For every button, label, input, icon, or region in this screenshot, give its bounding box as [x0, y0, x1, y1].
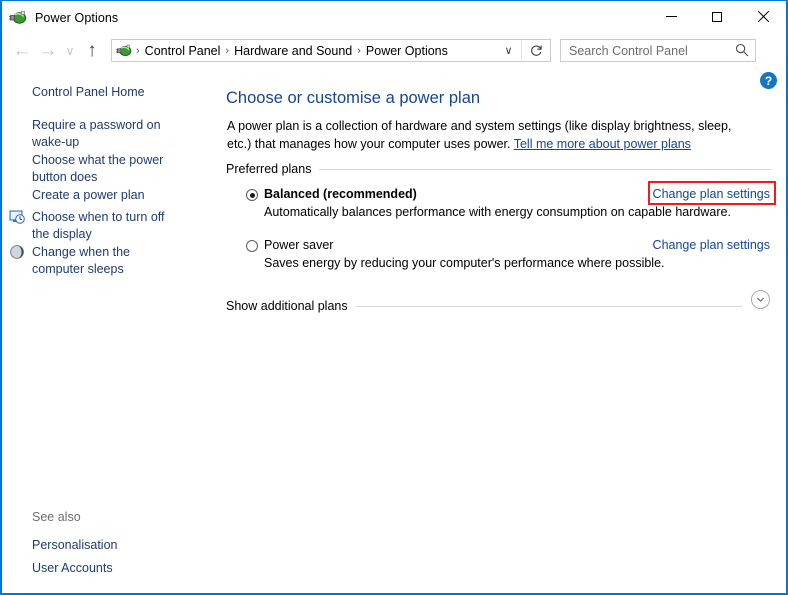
show-additional-plans-row[interactable]: Show additional plans — [226, 299, 772, 313]
sidebar: Control Panel Home Require a password on… — [2, 67, 215, 592]
display-clock-icon — [9, 209, 25, 225]
minimize-button[interactable] — [648, 1, 694, 33]
plan-description-balanced: Automatically balances performance with … — [264, 205, 731, 219]
section-divider — [356, 306, 742, 307]
address-dropdown-button[interactable]: ∨ — [496, 40, 521, 61]
sidebar-item-choose-what-power-button-does[interactable]: Choose what the power button does — [32, 152, 182, 186]
breadcrumb-separator: › — [355, 45, 363, 57]
help-button[interactable]: ? — [760, 72, 777, 89]
plan-name-balanced: Balanced (recommended) — [264, 187, 417, 201]
change-plan-settings-balanced[interactable]: Change plan settings — [653, 187, 770, 201]
sidebar-item-control-panel-home[interactable]: Control Panel Home — [32, 84, 182, 101]
up-button[interactable]: ↑ — [79, 38, 105, 64]
plan-name-power-saver: Power saver — [264, 238, 333, 252]
title-bar: Power Options — [2, 1, 786, 34]
search-input[interactable] — [567, 43, 731, 59]
plan-description-power-saver: Saves energy by reducing your computer's… — [264, 256, 665, 270]
maximize-icon — [712, 12, 722, 22]
address-power-icon — [116, 43, 132, 59]
back-button[interactable]: ← — [9, 38, 35, 64]
minimize-icon — [666, 16, 677, 17]
breadcrumb-separator: › — [134, 45, 142, 57]
window-controls — [648, 1, 786, 33]
show-additional-plans-label: Show additional plans — [226, 299, 356, 313]
preferred-plans-label: Preferred plans — [226, 162, 319, 176]
address-bar[interactable]: › Control Panel › Hardware and Sound › P… — [111, 39, 551, 62]
refresh-button[interactable] — [521, 40, 550, 61]
breadcrumb-hardware-and-sound[interactable]: Hardware and Sound — [231, 44, 355, 58]
forward-button[interactable]: → — [35, 38, 61, 64]
page-description: A power plan is a collection of hardware… — [227, 117, 757, 153]
refresh-icon — [530, 44, 543, 57]
see-also-label: See also — [32, 510, 81, 524]
sidebar-item-choose-when-to-turn-off-display[interactable]: Choose when to turn off the display — [32, 209, 182, 243]
sidebar-item-change-when-computer-sleeps[interactable]: Change when the computer sleeps — [32, 244, 182, 278]
plan-radio-power-saver[interactable] — [246, 240, 258, 252]
sidebar-item-user-accounts[interactable]: User Accounts — [32, 560, 182, 577]
power-options-window: Power Options ← → ∨ ↑ — [0, 0, 788, 595]
moon-sleep-icon — [9, 244, 25, 260]
content-area: Control Panel Home Require a password on… — [2, 67, 786, 592]
chevron-down-icon[interactable] — [751, 290, 770, 309]
sidebar-item-create-a-power-plan[interactable]: Create a power plan — [32, 187, 182, 204]
page-title: Choose or customise a power plan — [226, 89, 480, 108]
navigation-bar: ← → ∨ ↑ › Control Panel › Hardware and S… — [2, 34, 786, 67]
window-title: Power Options — [35, 11, 118, 25]
main-pane: ? Choose or customise a power plan A pow… — [215, 67, 786, 592]
preferred-plans-section-header: Preferred plans — [226, 162, 772, 176]
close-icon — [757, 11, 769, 23]
sidebar-item-personalisation[interactable]: Personalisation — [32, 537, 182, 554]
maximize-button[interactable] — [694, 1, 740, 33]
search-box[interactable] — [560, 39, 756, 62]
breadcrumb-power-options[interactable]: Power Options — [363, 44, 451, 58]
change-plan-settings-power-saver[interactable]: Change plan settings — [653, 238, 770, 252]
tell-me-more-link[interactable]: Tell me more about power plans — [514, 137, 691, 151]
plan-row-power-saver[interactable]: Power saver Saves energy by reducing you… — [226, 238, 772, 278]
plan-row-balanced[interactable]: Balanced (recommended) Automatically bal… — [226, 187, 772, 227]
power-plug-battery-icon — [9, 9, 27, 27]
plan-radio-balanced[interactable] — [246, 189, 258, 201]
sidebar-item-require-password-on-wakeup[interactable]: Require a password on wake-up — [32, 117, 182, 151]
section-divider — [319, 169, 772, 170]
close-button[interactable] — [740, 1, 786, 33]
breadcrumb-separator: › — [223, 45, 231, 57]
recent-locations-button[interactable]: ∨ — [61, 38, 79, 64]
breadcrumb-control-panel[interactable]: Control Panel — [142, 44, 224, 58]
search-icon — [735, 43, 749, 57]
